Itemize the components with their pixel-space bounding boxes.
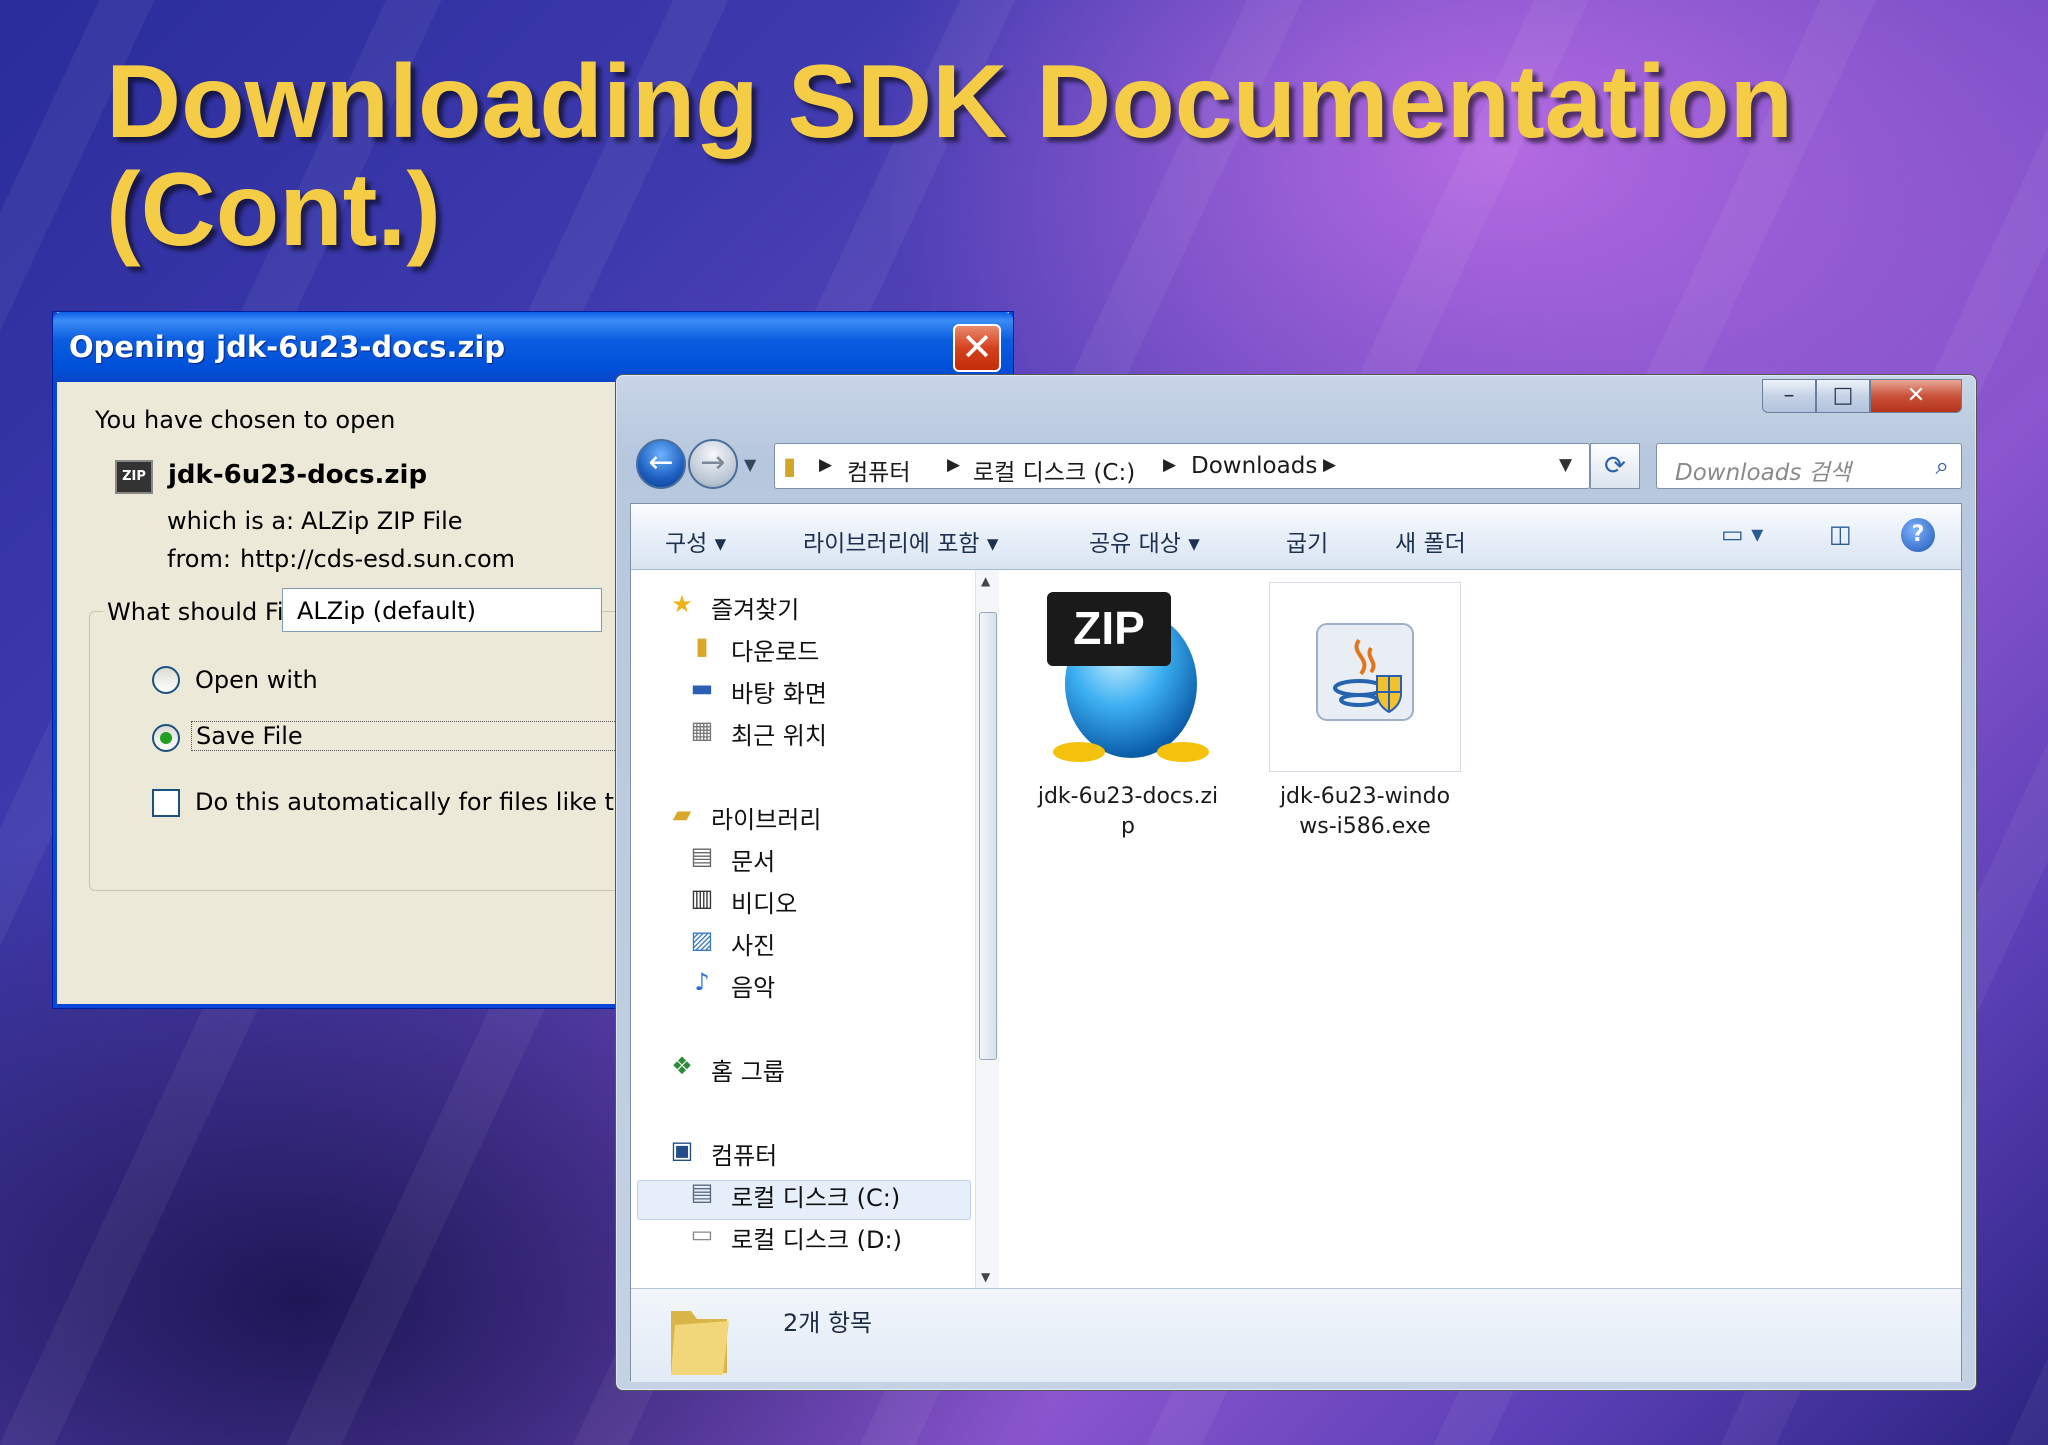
zip-badge-text: ZIP — [1073, 602, 1145, 654]
help-icon[interactable]: ? — [1901, 518, 1935, 552]
recent-places-icon: ▦ — [690, 716, 714, 744]
breadcrumb-downloads[interactable]: Downloads — [1191, 453, 1317, 479]
picture-icon: ▨ — [690, 926, 714, 954]
scroll-up-icon[interactable]: ▲ — [981, 574, 990, 588]
explorer-window: – □ ✕ ← → ▼ ▮ ▶ 컴퓨터 ▶ 로컬 디스크 (C:) ▶ Down… — [615, 374, 1977, 1391]
forward-button[interactable]: → — [688, 439, 738, 489]
desktop-icon: ▬ — [690, 674, 714, 702]
include-library-button[interactable]: 라이브러리에 포함 ▾ — [803, 524, 998, 558]
caption-buttons: – □ ✕ — [1762, 379, 1962, 415]
nav-music[interactable]: 음악 — [731, 968, 775, 1003]
nav-pictures[interactable]: 사진 — [731, 926, 775, 961]
save-file-label[interactable]: Save File — [191, 721, 671, 751]
dialog-title: Opening jdk-6u23-docs.zip — [69, 330, 506, 364]
preview-pane-icon[interactable]: ◫ — [1829, 520, 1852, 552]
auto-checkbox[interactable] — [152, 789, 180, 817]
search-icon[interactable]: ⌕ — [1936, 452, 1949, 480]
nav-recent[interactable]: 최근 위치 — [731, 716, 827, 751]
close-button[interactable]: ✕ — [1870, 379, 1962, 413]
file-list: ZIP jdk-6u23-docs.zi p jdk-6u23-windo ws… — [1003, 570, 1961, 1288]
file-name-line: ws-i586.exe — [1299, 814, 1431, 839]
folder-icon — [671, 1311, 729, 1375]
details-pane: 2개 항목 — [631, 1288, 1961, 1382]
from-label: from: — [167, 545, 231, 573]
dialog-filename: jdk-6u23-docs.zip — [168, 460, 428, 490]
address-dropdown-icon[interactable]: ▼ — [1559, 455, 1572, 475]
refresh-icon[interactable]: ⟳ — [1590, 443, 1640, 489]
document-icon: ▤ — [690, 842, 714, 870]
back-button[interactable]: ← — [636, 439, 686, 489]
nav-homegroup[interactable]: 홈 그룹 — [711, 1052, 785, 1087]
history-dropdown-icon[interactable]: ▼ — [744, 455, 756, 474]
command-bar: 구성 ▾ 라이브러리에 포함 ▾ 공유 대상 ▾ 굽기 새 폴더 ▭ ▾ ◫ ? — [631, 504, 1961, 570]
folder-icon: ▮ — [783, 452, 797, 480]
nav-disk-d[interactable]: 로컬 디스크 (D:) — [731, 1220, 902, 1255]
dialog-titlebar[interactable]: Opening jdk-6u23-docs.zip ✕ — [53, 312, 1013, 382]
auto-label[interactable]: Do this automatically for files like thi… — [195, 788, 648, 816]
save-file-radio[interactable] — [152, 724, 180, 752]
file-name: jdk-6u23-docs.zi p — [1023, 782, 1233, 842]
nav-scrollbar[interactable]: ▲ ▼ — [975, 570, 999, 1288]
nav-libraries[interactable]: 라이브러리 — [711, 800, 821, 835]
video-icon: ▥ — [690, 884, 714, 912]
chevron-right-icon: ▶ — [1323, 455, 1337, 475]
open-with-select[interactable]: ALZip (default) — [282, 588, 602, 632]
file-name-line: jdk-6u23-windo — [1279, 784, 1451, 809]
minimize-button[interactable]: – — [1762, 379, 1816, 413]
slide-title: Downloading SDK Documentation (Cont.) — [106, 44, 1794, 268]
nav-documents[interactable]: 문서 — [731, 842, 775, 877]
file-name: jdk-6u23-windo ws-i586.exe — [1253, 782, 1477, 842]
file-name-line: jdk-6u23-docs.zi — [1037, 784, 1219, 809]
nav-computer[interactable]: 컴퓨터 — [711, 1136, 777, 1171]
scrollbar-thumb[interactable] — [979, 612, 997, 1060]
which-is-value: ALZip ZIP File — [301, 507, 463, 535]
navigation-pane: ★ 즐겨찾기 ▮ 다운로드 ▬ 바탕 화면 ▦ 최근 위치 ▰ 라이브러리 ▤ … — [631, 570, 1003, 1288]
which-is-label: which is a: — [167, 507, 295, 535]
nav-desktop[interactable]: 바탕 화면 — [731, 674, 827, 709]
open-with-value: ALZip (default) — [297, 597, 476, 625]
downloads-folder-icon: ▮ — [695, 632, 709, 660]
nav-disk-c[interactable]: 로컬 디스크 (C:) — [731, 1178, 900, 1213]
zip-icon: ZIP — [1047, 592, 1209, 762]
java-installer-icon — [1316, 623, 1414, 721]
dialog-close-button[interactable]: ✕ — [953, 324, 1001, 372]
chevron-right-icon: ▶ — [819, 455, 833, 475]
search-placeholder: Downloads 검색 — [1675, 460, 1851, 486]
scroll-down-icon[interactable]: ▼ — [981, 1270, 990, 1284]
nav-videos[interactable]: 비디오 — [731, 884, 797, 919]
view-options-icon[interactable]: ▭ ▾ — [1721, 520, 1763, 552]
breadcrumb-disk-c[interactable]: 로컬 디스크 (C:) — [973, 453, 1135, 487]
burn-button[interactable]: 굽기 — [1286, 524, 1328, 558]
disk-c-icon: ▤ — [690, 1178, 714, 1206]
open-with-radio[interactable] — [152, 666, 180, 694]
address-bar[interactable]: ▮ ▶ 컴퓨터 ▶ 로컬 디스크 (C:) ▶ Downloads ▶ ▼ — [774, 443, 1590, 489]
new-folder-button[interactable]: 새 폴더 — [1395, 524, 1466, 558]
organize-button[interactable]: 구성 ▾ — [665, 524, 726, 558]
homegroup-icon: ❖ — [671, 1052, 693, 1080]
maximize-button[interactable]: □ — [1816, 379, 1870, 413]
star-icon: ★ — [671, 590, 693, 618]
nav-downloads[interactable]: 다운로드 — [731, 632, 819, 667]
chevron-right-icon: ▶ — [1163, 455, 1177, 475]
file-name-line: p — [1121, 814, 1135, 839]
open-with-label[interactable]: Open with — [195, 666, 318, 694]
nav-favorites[interactable]: 즐겨찾기 — [711, 590, 799, 625]
item-count: 2개 항목 — [783, 1309, 873, 1337]
intro-text: You have chosen to open — [95, 406, 396, 434]
breadcrumb-computer[interactable]: 컴퓨터 — [847, 453, 910, 487]
chevron-right-icon: ▶ — [947, 455, 961, 475]
computer-icon: ▣ — [670, 1136, 694, 1164]
disk-d-icon: ▭ — [690, 1220, 714, 1248]
explorer-content: 구성 ▾ 라이브러리에 포함 ▾ 공유 대상 ▾ 굽기 새 폴더 ▭ ▾ ◫ ?… — [630, 503, 1962, 1382]
zip-file-icon: ZIP — [115, 460, 153, 494]
search-input[interactable]: Downloads 검색 ⌕ — [1656, 443, 1962, 489]
library-icon: ▰ — [672, 800, 692, 828]
share-button[interactable]: 공유 대상 ▾ — [1089, 524, 1200, 558]
from-value: http://cds-esd.sun.com — [240, 545, 516, 573]
music-icon: ♪ — [694, 968, 710, 996]
